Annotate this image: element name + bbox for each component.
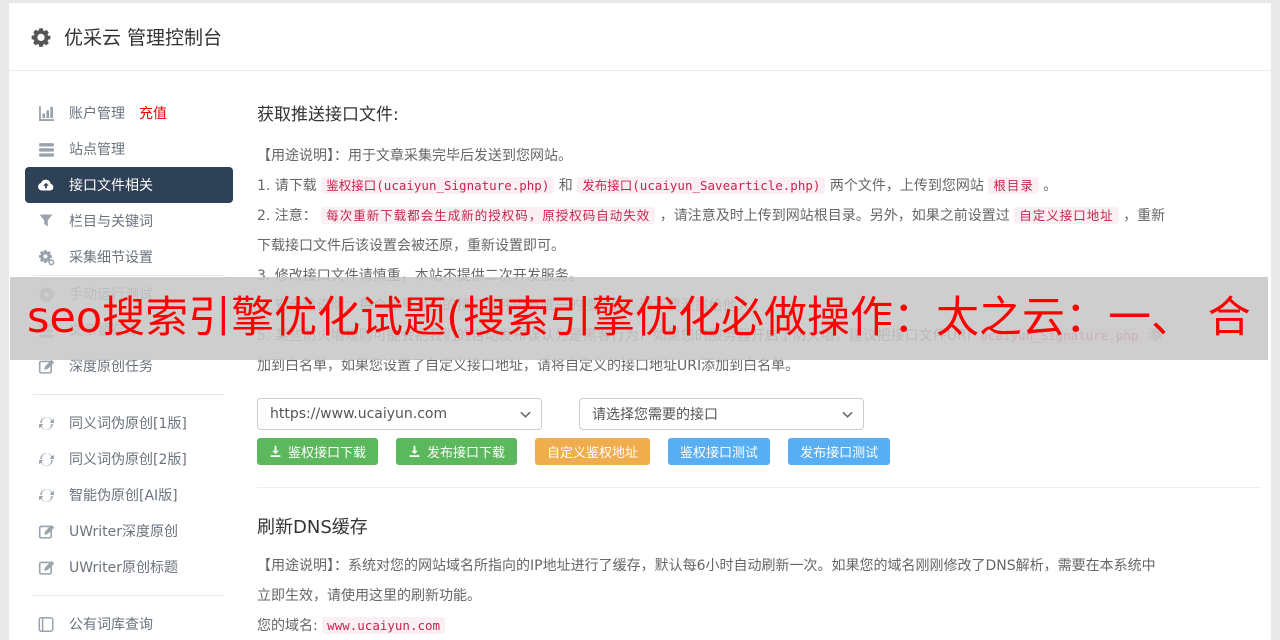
sidebar-item-label: 智能伪原创[AI版] <box>69 488 178 504</box>
auth-api-download-button[interactable]: 鉴权接口下载 <box>257 438 379 465</box>
refresh-icon <box>37 415 55 432</box>
instruction-item-2: 2. 注意： 每次重新下载都会生成新的授权码，原授权码自动失效 ，请注意及时上传… <box>257 201 1167 261</box>
sidebar-item-智能伪原创[AI版][interactable]: 智能伪原创[AI版] <box>25 477 233 513</box>
custom-auth-address-button[interactable]: 自定义鉴权地址 <box>535 438 651 465</box>
chevron-down-icon <box>842 411 853 419</box>
sidebar-item-label: UWriter原创标题 <box>69 560 178 576</box>
app-title: 优采云 管理控制台 <box>64 27 223 49</box>
recharge-badge[interactable]: 充值 <box>139 103 167 123</box>
site-select-value: https://www.ucaiyun.com <box>270 406 448 422</box>
inline-code-chip: 每次重新下载都会生成新的授权码，原授权码自动失效 <box>321 207 656 224</box>
chevron-down-icon <box>520 411 531 419</box>
download-icon <box>269 445 282 458</box>
sidebar-divider <box>33 394 225 395</box>
refresh-icon <box>37 451 55 468</box>
text-segment: 。 <box>1038 178 1058 194</box>
interface-select[interactable]: 请选择您需要的接口 <box>579 398 864 430</box>
edit-icon <box>37 358 55 375</box>
sidebar-divider <box>33 595 225 596</box>
sidebar-item-label: 接口文件相关 <box>69 178 153 194</box>
sidebar-item-同义词伪原创[2版][interactable]: 同义词伪原创[2版] <box>25 441 233 477</box>
text-segment: 【用途说明】：用于文章采集完毕后发送到您网站。 <box>257 148 572 164</box>
gears-icon <box>37 249 55 266</box>
button-label: 鉴权接口下载 <box>288 446 367 461</box>
button-label: 发布接口下载 <box>427 446 506 461</box>
edit-icon <box>37 523 55 540</box>
publish-api-test-button[interactable]: 发布接口测试 <box>788 438 891 465</box>
text-segment: 和 <box>554 178 578 194</box>
sidebar-item-采集细节设置[interactable]: 采集细节设置 <box>25 239 233 275</box>
overlay-ad-banner: seo搜索引擎优化试题(搜索引擎优化必做操作：太之云：一、 合 <box>10 277 1268 360</box>
inline-code-chip: 自定义接口地址 <box>1014 207 1119 224</box>
download-icon <box>408 445 421 458</box>
overlay-ad-text: seo搜索引擎优化试题(搜索引擎优化必做操作：太之云：一、 合 <box>27 293 1251 343</box>
text-segment: 1. 请下载 <box>257 178 322 194</box>
publish-api-download-button[interactable]: 发布接口下载 <box>396 438 518 465</box>
sidebar-item-UWriter原创标题[interactable]: UWriter原创标题 <box>25 549 233 585</box>
inline-code-chip: 根目录 <box>988 177 1039 194</box>
sidebar-item-站点管理[interactable]: 站点管理 <box>25 131 233 167</box>
section-divider <box>257 487 1261 488</box>
inline-code-chip: www.ucaiyun.com <box>322 617 446 634</box>
funnel-icon <box>37 213 55 229</box>
sidebar-item-栏目与关键词[interactable]: 栏目与关键词 <box>25 203 233 239</box>
text-segment: 您的域名: <box>257 618 323 634</box>
sidebar-item-label: 账户管理 <box>69 106 125 122</box>
inline-code-chip: 发布接口(ucaiyun_Savearticle.php) <box>577 177 826 194</box>
sidebar-item-label: 同义词伪原创[1版] <box>69 416 187 432</box>
instruction-item-1: 1. 请下载 鉴权接口(ucaiyun_Signature.php) 和 发布接… <box>257 171 1167 201</box>
auth-api-test-button[interactable]: 鉴权接口测试 <box>668 438 771 465</box>
sidebar-item-同义词伪原创[1版][interactable]: 同义词伪原创[1版] <box>25 405 233 441</box>
action-buttons: 鉴权接口下载 发布接口下载 自定义鉴权地址 鉴权接口测试 发布接口测试 <box>257 438 1261 465</box>
your-domain-row: 您的域名: www.ucaiyun.com <box>257 611 1167 640</box>
text-segment: 两个文件，上传到您网站 <box>825 178 989 194</box>
top-header: 优采云 管理控制台 <box>9 3 1271 71</box>
text-segment: 2. 注意： <box>257 208 322 224</box>
text-segment: ，请注意及时上传到网站根目录。另外，如果之前设置过 <box>655 208 1015 224</box>
sidebar-item-label: 同义词伪原创[2版] <box>69 452 187 468</box>
bar-chart-icon <box>37 105 55 122</box>
sidebar-item-UWriter深度原创[interactable]: UWriter深度原创 <box>25 513 233 549</box>
sidebar-item-公有词库查询[interactable]: 公有词库查询 <box>25 606 233 640</box>
usage-note: 【用途说明】：用于文章采集完毕后发送到您网站。 <box>257 141 1167 171</box>
text-segment: 【用途说明】：系统对您的网站域名所指向的IP地址进行了缓存，默认每6小时自动刷新… <box>257 558 1156 604</box>
sidebar-item-label: 栏目与关键词 <box>69 214 153 230</box>
interface-select-value: 请选择您需要的接口 <box>592 407 718 423</box>
sidebar-item-label: 站点管理 <box>69 142 125 158</box>
gear-icon <box>31 27 51 47</box>
dns-section-body: 【用途说明】：系统对您的网站域名所指向的IP地址进行了缓存，默认每6小时自动刷新… <box>257 551 1167 640</box>
dns-section-title: 刷新DNS缓存 <box>257 517 368 538</box>
dns-usage-note: 【用途说明】：系统对您的网站域名所指向的IP地址进行了缓存，默认每6小时自动刷新… <box>257 551 1167 611</box>
sidebar-item-label: 公有词库查询 <box>69 617 153 633</box>
cloud-upload-icon <box>37 177 55 193</box>
sidebar-item-label: UWriter深度原创 <box>69 524 178 540</box>
button-label: 自定义鉴权地址 <box>547 446 639 461</box>
sidebar-item-账户管理[interactable]: 账户管理 充值 <box>25 95 233 131</box>
sidebar-item-label: 采集细节设置 <box>69 250 153 266</box>
edit-icon <box>37 559 55 576</box>
server-icon <box>37 141 55 158</box>
push-section-title: 获取推送接口文件: <box>257 105 399 125</box>
app-window: 优采云 管理控制台 账户管理充值站点管理接口文件相关栏目与关键词采集细节设置手动… <box>9 3 1271 640</box>
sidebar-item-接口文件相关[interactable]: 接口文件相关 <box>25 167 233 203</box>
refresh-icon <box>37 487 55 504</box>
book-icon <box>37 616 55 633</box>
button-label: 发布接口测试 <box>800 446 879 461</box>
button-label: 鉴权接口测试 <box>680 446 759 461</box>
site-select[interactable]: https://www.ucaiyun.com <box>257 398 542 430</box>
inline-code-chip: 鉴权接口(ucaiyun_Signature.php) <box>321 177 555 194</box>
